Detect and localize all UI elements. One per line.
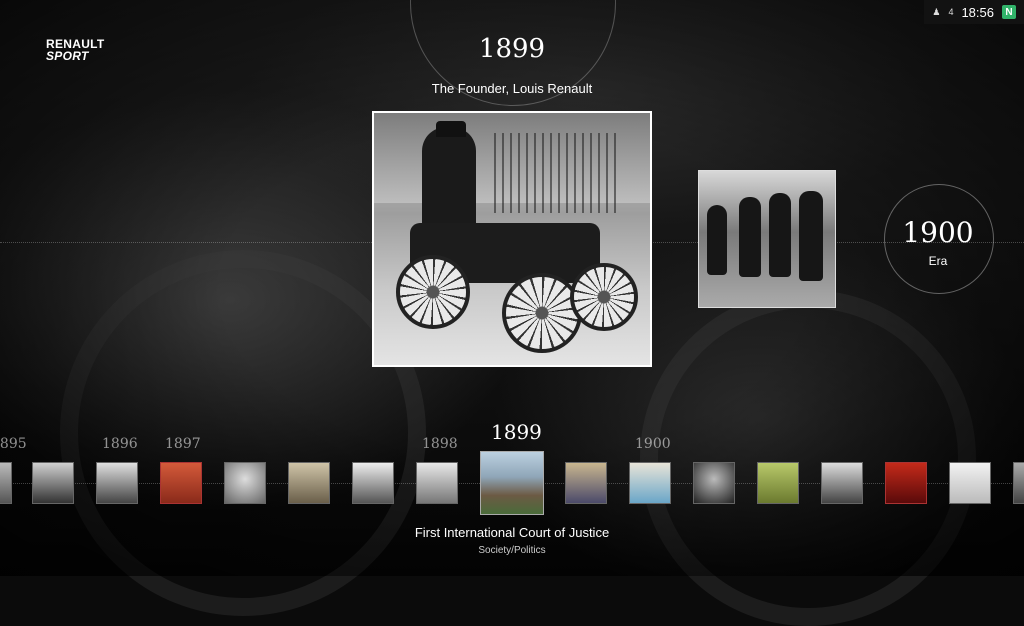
timeline-year: 1898: [422, 436, 458, 452]
timeline-thumb[interactable]: [0, 462, 12, 504]
featured-year: 1899: [478, 34, 546, 64]
timeline-thumb[interactable]: [1013, 462, 1024, 504]
era-year: 1900: [902, 216, 974, 249]
timeline-thumb-selected[interactable]: [480, 451, 544, 515]
photo-person: [707, 205, 727, 275]
photo-person: [739, 197, 761, 277]
photo-wheel: [396, 255, 470, 329]
timeline-thumb[interactable]: [224, 462, 266, 504]
timeline-thumb[interactable]: [565, 462, 607, 504]
timeline-thumb[interactable]: [693, 462, 735, 504]
timeline-current-year: 1899: [491, 420, 542, 444]
clock: 18:56: [961, 4, 994, 20]
timeline-thumb[interactable]: [288, 462, 330, 504]
timeline-thumb[interactable]: [949, 462, 991, 504]
person-count: 4: [948, 7, 954, 17]
photo-wheel: [502, 273, 582, 353]
photo-hat: [436, 121, 466, 137]
timeline-thumb[interactable]: [885, 462, 927, 504]
featured-photo[interactable]: [372, 111, 652, 367]
timeline-thumb[interactable]: [160, 462, 202, 504]
photo-wheel: [570, 263, 638, 331]
selected-title: First International Court of Justice: [414, 525, 610, 540]
selected-category: Society/Politics: [478, 545, 546, 556]
timeline-thumb[interactable]: [757, 462, 799, 504]
photo-person: [799, 191, 823, 281]
status-bar: ♟ 4 18:56 N: [924, 0, 1024, 24]
timeline-year: 1897: [165, 436, 201, 452]
timeline-year: 1896: [102, 436, 138, 452]
timeline-thumb[interactable]: [32, 462, 74, 504]
featured-title: The Founder, Louis Renault: [431, 81, 593, 96]
timeline-thumb[interactable]: [352, 462, 394, 504]
timeline-thumb[interactable]: [629, 462, 671, 504]
timeline-year: 1900: [635, 436, 671, 452]
timeline-thumb[interactable]: [416, 462, 458, 504]
app-badge-icon: N: [1002, 5, 1016, 19]
photo-person: [769, 193, 791, 277]
timeline-year: 1895: [0, 436, 27, 452]
next-era-photo[interactable]: [698, 170, 836, 308]
person-icon: ♟: [932, 6, 941, 17]
era-label: Era: [928, 254, 948, 268]
timeline-thumb[interactable]: [96, 462, 138, 504]
timeline-thumb[interactable]: [821, 462, 863, 504]
photo-fence: [494, 133, 620, 213]
